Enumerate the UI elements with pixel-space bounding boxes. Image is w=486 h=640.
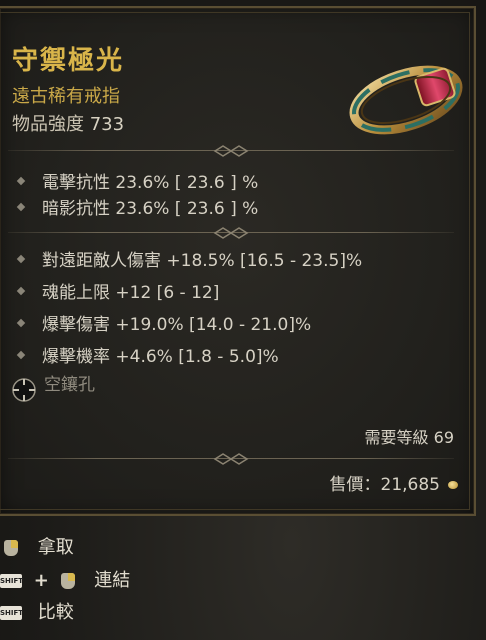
affix-stat: 魂能上限 +12 [6 - 12]: [16, 278, 219, 303]
mouse-left-icon: [4, 540, 18, 556]
item-power-label: 物品強度: [12, 114, 84, 135]
bullet-icon: [16, 350, 26, 360]
sell-price: 售價：21,685: [330, 470, 458, 495]
mouse-left-icon: [60, 573, 75, 589]
bullet-icon: [16, 254, 26, 264]
affix-stat: 爆擊傷害 +19.0% [14.0 - 21.0]%: [16, 310, 311, 335]
socket-label: 空鑲孔: [44, 375, 95, 395]
action-take[interactable]: 拿取: [0, 533, 74, 559]
section-divider: [8, 452, 454, 466]
section-divider: [8, 226, 454, 240]
divider-ornament-icon: [213, 453, 249, 465]
socket-icon: [12, 378, 36, 402]
bullet-icon: [16, 286, 26, 296]
shift-key-icon: SHIFT: [0, 574, 23, 588]
affix-stat: 爆擊機率 +4.6% [1.8 - 5.0]%: [16, 342, 279, 367]
action-compare[interactable]: SHIFT 比較: [0, 598, 74, 624]
affix-stat: 對遠距敵人傷害 +18.5% [16.5 - 23.5]%: [16, 246, 362, 271]
level-requirement: 需要等級 69: [364, 428, 454, 447]
bullet-icon: [16, 202, 26, 212]
action-link[interactable]: SHIFT + 連結: [0, 566, 130, 592]
gold-coin-icon: [448, 481, 458, 489]
implicit-stat: 電擊抗性 23.6% [ 23.6 ] %: [16, 168, 258, 193]
item-power: 物品強度 733: [12, 110, 124, 136]
ring-icon: [349, 65, 463, 135]
bullet-icon: [16, 318, 26, 328]
shift-key-icon: SHIFT: [0, 606, 23, 620]
divider-ornament-icon: [213, 227, 249, 239]
item-type: 遠古稀有戒指: [12, 86, 120, 107]
plus-icon: +: [33, 570, 49, 591]
section-divider: [8, 144, 454, 158]
item-name: 守禦極光: [12, 46, 125, 76]
item-power-value: 733: [89, 114, 125, 135]
bullet-icon: [16, 176, 26, 186]
divider-ornament-icon: [213, 145, 249, 157]
implicit-stat: 暗影抗性 23.6% [ 23.6 ] %: [16, 194, 258, 219]
